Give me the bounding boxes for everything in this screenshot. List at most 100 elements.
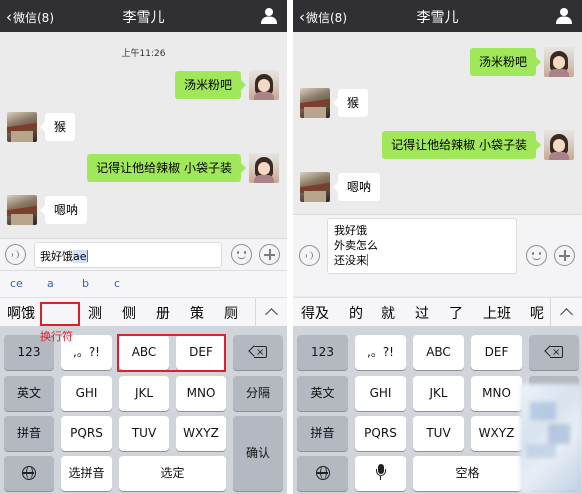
message-bubble[interactable]: 嗯呐 <box>39 196 88 224</box>
input-line: 我好饿 <box>334 224 367 237</box>
confirm-key[interactable]: 确认 <box>233 416 283 491</box>
input-line: 外卖怎么 <box>334 239 378 252</box>
globe-key[interactable] <box>297 456 348 491</box>
candidate[interactable]: 就 <box>381 303 395 323</box>
voice-icon[interactable] <box>299 245 320 266</box>
candidate[interactable]: 册 <box>156 303 170 323</box>
nav-bar: ‹ 微信(8) 李雪儿 <box>0 0 287 32</box>
key-ghi[interactable]: GHI <box>355 376 406 411</box>
key-tuv[interactable]: TUV <box>119 416 169 451</box>
avatar[interactable] <box>7 195 37 225</box>
plus-icon[interactable] <box>554 245 575 266</box>
candidate[interactable]: 了 <box>449 303 463 323</box>
candidate[interactable]: 测 <box>88 303 102 323</box>
candidate[interactable]: 厕 <box>224 303 238 323</box>
backspace-icon <box>544 335 563 370</box>
key-separator[interactable]: 分隔 <box>233 376 283 411</box>
key-jkl[interactable]: JKL <box>119 376 169 411</box>
screenshot-left: ‹ 微信(8) 李雪儿 上午11:26 汤米粉吧 猴 记得让他给辣椒 小袋子装 … <box>0 0 287 494</box>
back-button[interactable]: ‹ 微信(8) <box>6 8 54 26</box>
emoji-icon[interactable] <box>231 244 252 265</box>
pinyin-option[interactable]: b <box>82 277 89 290</box>
candidate[interactable]: 过 <box>415 303 429 323</box>
globe-icon <box>22 466 36 480</box>
key-ghi[interactable]: GHI <box>61 376 112 411</box>
key-def[interactable]: DEF <box>471 335 522 370</box>
globe-key[interactable] <box>4 456 54 491</box>
person-icon[interactable] <box>556 7 572 24</box>
pinyin-option[interactable]: ce <box>10 277 23 290</box>
avatar[interactable] <box>7 112 37 142</box>
key-punctuation[interactable]: ,。?! <box>355 335 406 370</box>
backspace-key[interactable] <box>233 335 283 370</box>
key-wxyz[interactable]: WXYZ <box>176 416 226 451</box>
avatar[interactable] <box>300 172 330 202</box>
message-list[interactable]: 上午11:26 汤米粉吧 猴 记得让他给辣椒 小袋子装 嗯呐 <box>0 32 287 238</box>
input-line: 还没来 <box>334 254 367 267</box>
chevron-up-icon[interactable] <box>255 298 287 327</box>
globe-icon <box>315 466 330 480</box>
message-input[interactable]: 我好饿ae <box>34 242 222 268</box>
key-english[interactable]: 英文 <box>297 376 348 411</box>
candidate[interactable]: 策 <box>190 303 204 323</box>
message-list[interactable]: 汤米粉吧 猴 记得让他给辣椒 小袋子装 嗯呐 <box>293 32 582 214</box>
key-jkl[interactable]: JKL <box>413 376 464 411</box>
candidate[interactable]: 上班 <box>483 303 511 323</box>
avatar[interactable] <box>544 130 574 160</box>
timestamp: 上午11:26 <box>121 49 166 59</box>
back-button[interactable]: ‹ 微信(8) <box>299 8 347 26</box>
emoji-icon[interactable] <box>526 245 547 266</box>
pinyin-options-row: ce a b c <box>0 270 287 298</box>
message-bubble[interactable]: 记得让他给辣椒 小袋子装 <box>87 154 246 182</box>
nav-bar: ‹ 微信(8) 李雪儿 <box>293 0 582 32</box>
candidate[interactable]: 啊饿 <box>7 303 35 323</box>
candidate[interactable]: 呢 <box>530 303 544 323</box>
key-select-pinyin[interactable]: 选拼音 <box>61 456 112 491</box>
backspace-key[interactable] <box>529 335 579 370</box>
key-confirm-selection[interactable]: 选定 <box>119 456 226 491</box>
key-english[interactable]: 英文 <box>4 376 54 411</box>
back-label: 微信(8) <box>13 10 54 25</box>
key-pinyin[interactable]: 拼音 <box>297 416 348 451</box>
message-bubble[interactable]: 记得让他给辣椒 小袋子装 <box>382 131 541 159</box>
key-mno[interactable]: MNO <box>176 376 226 411</box>
plus-icon[interactable] <box>259 244 280 265</box>
message-bubble[interactable]: 汤米粉吧 <box>469 48 542 76</box>
message-bubble[interactable]: 猴 <box>39 113 76 141</box>
key-mno[interactable]: MNO <box>471 376 522 411</box>
voice-icon[interactable] <box>5 244 26 265</box>
key-pqrs[interactable]: PQRS <box>61 416 112 451</box>
candidate[interactable]: 的 <box>349 303 363 323</box>
key-abc[interactable]: ABC <box>413 335 464 370</box>
chevron-left-icon: ‹ <box>6 7 12 26</box>
candidate[interactable]: 侧 <box>122 303 136 323</box>
candidate-bar: 得及 的 就 过 了 上班 呢 <box>293 297 582 327</box>
key-def[interactable]: DEF <box>176 335 226 370</box>
key-wxyz[interactable]: WXYZ <box>471 416 522 451</box>
avatar[interactable] <box>249 153 279 183</box>
screenshot-right: ‹ 微信(8) 李雪儿 汤米粉吧 猴 记得让他给辣椒 小袋子装 嗯呐 我好饿 外… <box>293 0 582 494</box>
keyboard: 123 ,。?! ABC DEF 英文 GHI JKL MNO 分隔 拼音 PQ… <box>0 326 287 494</box>
message-input[interactable]: 我好饿 外卖怎么 还没来 <box>327 218 517 274</box>
person-icon[interactable] <box>261 7 277 24</box>
pinyin-option[interactable]: a <box>47 277 54 290</box>
key-abc[interactable]: ABC <box>119 335 169 370</box>
chevron-up-icon[interactable] <box>550 298 582 327</box>
pinyin-option[interactable]: c <box>114 277 120 290</box>
mic-key[interactable] <box>355 456 406 491</box>
key-pqrs[interactable]: PQRS <box>355 416 406 451</box>
avatar[interactable] <box>544 47 574 77</box>
key-123[interactable]: 123 <box>297 335 348 370</box>
avatar[interactable] <box>300 88 330 118</box>
key-tuv[interactable]: TUV <box>413 416 464 451</box>
candidate[interactable]: 得及 <box>301 303 329 323</box>
message-bubble[interactable]: 猴 <box>332 89 369 117</box>
message-bubble[interactable]: 汤米粉吧 <box>174 71 247 99</box>
input-bar: 我好饿 外卖怎么 还没来 <box>293 214 582 296</box>
avatar[interactable] <box>249 70 279 100</box>
space-key[interactable]: 空格 <box>413 456 522 491</box>
key-pinyin[interactable]: 拼音 <box>4 416 54 451</box>
composing-text: ae <box>73 250 87 263</box>
annotation-label: 换行符 <box>40 330 73 343</box>
message-bubble[interactable]: 嗯呐 <box>332 173 381 201</box>
